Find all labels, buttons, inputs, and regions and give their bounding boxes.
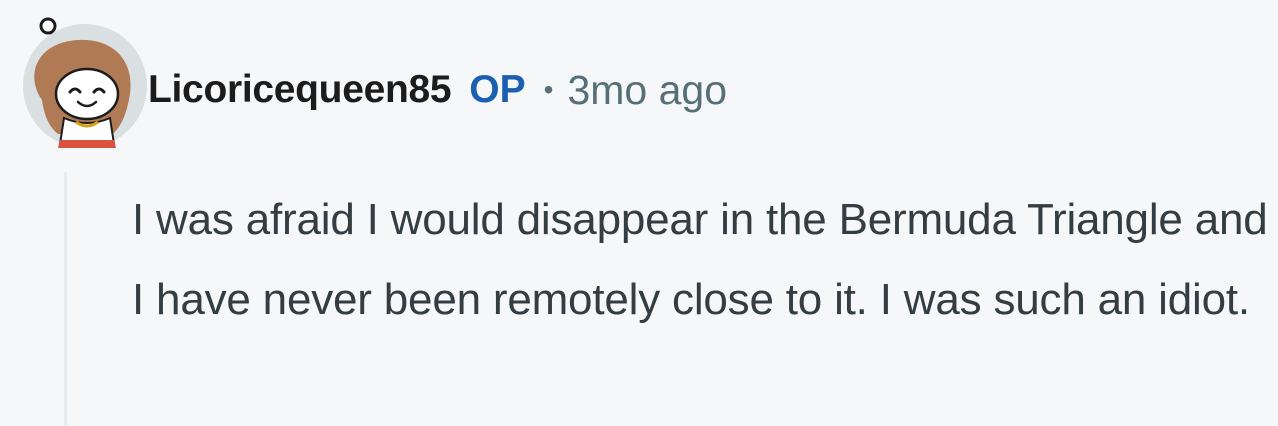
snoo-avatar-icon [23, 17, 147, 148]
comment-header: Licoricequeen85 OP • 3mo ago [148, 62, 727, 118]
op-badge: OP [469, 68, 526, 111]
comment-body: I was afraid I would disappear in the Be… [132, 195, 1268, 324]
author-username[interactable]: Licoricequeen85 [148, 68, 452, 112]
meta-separator: • [543, 74, 554, 105]
comment-timestamp[interactable]: 3mo ago [567, 67, 727, 114]
comment: Licoricequeen85 OP • 3mo ago I was afrai… [0, 0, 1278, 426]
thread-line[interactable] [64, 172, 67, 426]
user-avatar-icon[interactable] [20, 14, 150, 148]
